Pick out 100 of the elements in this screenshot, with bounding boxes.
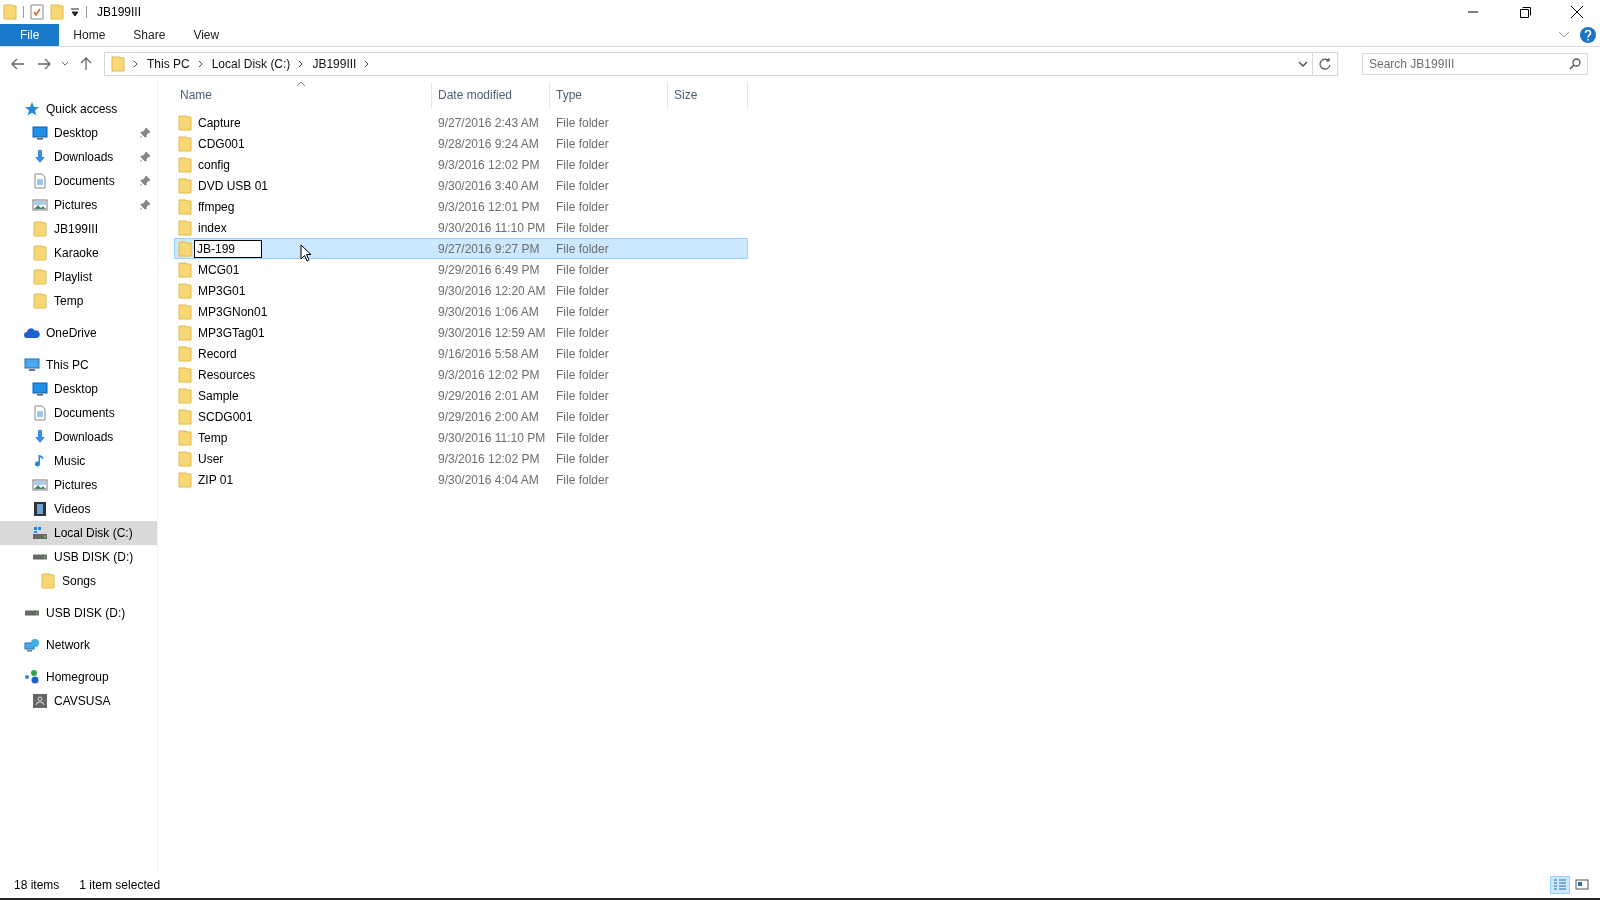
file-row[interactable]: Sample 9/29/2016 2:01 AM File folder	[174, 385, 748, 406]
type-cell-text: File folder	[555, 367, 610, 382]
nav-item[interactable]: Downloads	[0, 145, 157, 169]
nav-item[interactable]: OneDrive	[0, 321, 157, 345]
pin-icon[interactable]	[139, 127, 151, 139]
chevron-icon[interactable]	[133, 60, 139, 68]
file-name: Record	[198, 346, 237, 361]
column-header[interactable]: Name	[174, 82, 432, 108]
nav-item[interactable]: Karaoke	[0, 241, 157, 265]
help-icon[interactable]	[1580, 27, 1596, 43]
left-arrow-icon	[11, 58, 25, 70]
nav-item[interactable]: Music	[0, 449, 157, 473]
folder-icon	[178, 261, 192, 278]
nav-item[interactable]: USB DISK (D:)	[0, 601, 157, 625]
file-row[interactable]: config 9/3/2016 12:02 PM File folder	[174, 154, 748, 175]
ribbon-tab[interactable]: File	[0, 24, 60, 46]
date-cell-text: 9/29/2016 2:00 AM	[437, 409, 540, 424]
file-name: Sample	[198, 388, 239, 403]
breadcrumb[interactable]: JB199III	[312, 57, 357, 71]
file-row[interactable]: User 9/3/2016 12:02 PM File folder	[174, 448, 748, 469]
nav-item[interactable]: JB199III	[0, 217, 157, 241]
folder-icon	[178, 429, 192, 446]
column-header[interactable]: Size	[668, 82, 748, 108]
folder-icon	[111, 56, 125, 72]
type-cell-text: File folder	[555, 451, 610, 466]
folder-icon	[40, 573, 56, 589]
folder-icon	[178, 282, 192, 299]
folder-icon	[178, 240, 192, 257]
folder-icon	[178, 177, 192, 194]
properties-icon[interactable]	[30, 4, 44, 20]
file-name: User	[198, 451, 224, 466]
nav-item[interactable]: Quick access	[0, 97, 157, 121]
search-field[interactable]: Search JB199III	[1362, 53, 1588, 75]
file-name: MP3G01	[198, 283, 246, 298]
address-bar[interactable]: This PC Local Disk (C:) JB199III	[104, 52, 1338, 76]
nav-item[interactable]: Network	[0, 633, 157, 657]
mouse-pointer-icon	[300, 244, 312, 262]
file-name: SCDG001	[198, 409, 253, 424]
nav-item[interactable]: Pictures	[0, 473, 157, 497]
pin-icon[interactable]	[139, 199, 151, 211]
pin-icon[interactable]	[139, 151, 151, 163]
nav-item[interactable]: Playlist	[0, 265, 157, 289]
column-header[interactable]: Date modified	[432, 82, 550, 108]
folder-icon	[32, 221, 48, 237]
file-row[interactable]: CDG001 9/28/2016 9:24 AM File folder	[174, 133, 748, 154]
nav-item[interactable]: Downloads	[0, 425, 157, 449]
nav-item[interactable]: Pictures	[0, 193, 157, 217]
ribbon-tab[interactable]: Home	[59, 24, 120, 46]
file-row[interactable]: DVD USB 01 9/30/2016 3:40 AM File folder	[174, 175, 748, 196]
nav-item[interactable]: USB DISK (D:)	[0, 545, 157, 569]
close-icon	[1571, 6, 1583, 18]
file-row[interactable]: index 9/30/2016 11:10 PM File folder	[174, 217, 748, 238]
breadcrumb[interactable]: This PC	[147, 57, 190, 71]
date-cell-text: 9/3/2016 12:02 PM	[437, 451, 541, 466]
date-cell-text: 9/29/2016 2:01 AM	[437, 388, 540, 403]
nav-item[interactable]: This PC	[0, 353, 157, 377]
file-row[interactable]: ZIP 01 9/30/2016 4:04 AM File folder	[174, 469, 748, 490]
file-row[interactable]: Resources 9/3/2016 12:02 PM File folder	[174, 364, 748, 385]
column-header[interactable]: Type	[550, 82, 668, 108]
nav-item[interactable]: CAVSUSA	[0, 689, 157, 713]
file-row[interactable]: Temp 9/30/2016 11:10 PM File folder	[174, 427, 748, 448]
pin-icon[interactable]	[139, 175, 151, 187]
folder-icon	[32, 293, 48, 309]
file-row[interactable]: MCG01 9/29/2016 6:49 PM File folder	[174, 259, 748, 280]
caret-icon	[1297, 61, 1308, 67]
file-row[interactable]: MP3GNon01 9/30/2016 1:06 AM File folder	[174, 301, 748, 322]
file-name: DVD USB 01	[198, 178, 269, 193]
rename-field[interactable]: JB-199	[194, 239, 262, 258]
nav-item[interactable]: Local Disk (C:)	[0, 521, 157, 545]
breadcrumb[interactable]: Local Disk (C:)	[211, 57, 291, 71]
chevron-icon[interactable]	[298, 60, 305, 68]
nav-item[interactable]: Documents	[0, 401, 157, 425]
ribbon-tab[interactable]: Share	[119, 24, 180, 46]
dropdown-icon[interactable]	[70, 7, 80, 17]
file-row[interactable]: JB-199 9/27/2016 9:27 PM File folder	[174, 238, 748, 259]
file-row[interactable]: MP3GTag01 9/30/2016 12:59 AM File folder	[174, 322, 748, 343]
nav-item[interactable]: Documents	[0, 169, 157, 193]
right-arrow-icon	[37, 58, 51, 70]
file-row[interactable]: Record 9/16/2016 5:58 AM File folder	[174, 343, 748, 364]
ribbon-tab[interactable]: View	[179, 24, 234, 46]
nav-item[interactable]: Homegroup	[0, 665, 157, 689]
file-row[interactable]: ffmpeg 9/3/2016 12:01 PM File folder	[174, 196, 748, 217]
nav-item[interactable]: Songs	[0, 569, 157, 593]
file-row[interactable]: SCDG001 9/29/2016 2:00 AM File folder	[174, 406, 748, 427]
chevron-icon[interactable]	[364, 60, 371, 68]
nav-item[interactable]: Desktop	[0, 377, 157, 401]
folder-icon	[178, 408, 192, 425]
drive-icon	[32, 526, 48, 540]
nav-item[interactable]: Desktop	[0, 121, 157, 145]
type-cell-text: File folder	[555, 346, 610, 361]
homegroup-icon	[24, 669, 40, 685]
chevron-icon[interactable]	[197, 60, 204, 68]
file-name: MP3GTag01	[198, 325, 265, 340]
date-cell-text: 9/30/2016 12:59 AM	[437, 325, 547, 340]
file-row[interactable]: MP3G01 9/30/2016 12:20 AM File folder	[174, 280, 748, 301]
folder-icon	[178, 114, 192, 131]
expand-ribbon-icon[interactable]	[1558, 31, 1570, 39]
nav-item[interactable]: Videos	[0, 497, 157, 521]
nav-item[interactable]: Temp	[0, 289, 157, 313]
file-row[interactable]: Capture 9/27/2016 2:43 AM File folder	[174, 112, 748, 133]
